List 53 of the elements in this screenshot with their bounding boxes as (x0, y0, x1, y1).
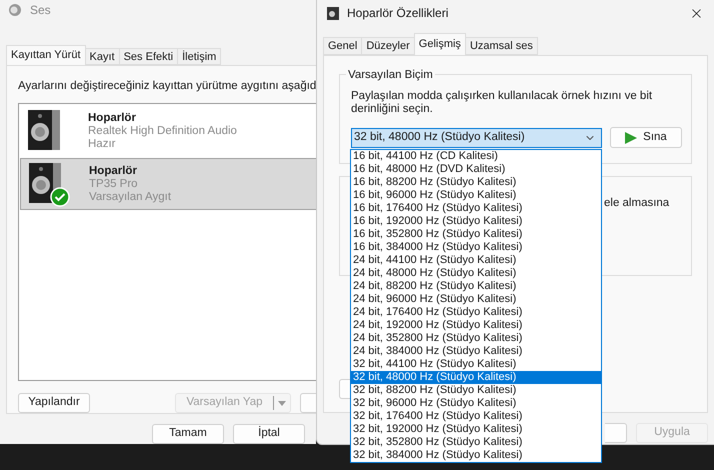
tab[interactable]: Düzeyler (361, 37, 415, 55)
format-option[interactable]: 24 bit, 96000 Hz (Stüdyo Kalitesi) (351, 293, 601, 306)
format-option[interactable]: 16 bit, 88200 Hz (Stüdyo Kalitesi) (351, 176, 601, 189)
dialog-button[interactable]: İptal (233, 424, 305, 444)
format-option[interactable]: 16 bit, 192000 Hz (Stüdyo Kalitesi) (351, 215, 601, 228)
format-description: Paylaşılan modda çalışırken kullanılacak örnek hızını ve bit derinliğini seçin. (351, 90, 654, 116)
device-item[interactable]: Hoparlör Realtek High Definition Audio Hazır (20, 105, 316, 157)
tab[interactable]: İletişim (177, 48, 222, 65)
format-option[interactable]: 24 bit, 352800 Hz (Stüdyo Kalitesi) (351, 332, 601, 345)
window-title: Hoparlör Özellikleri (347, 5, 448, 22)
format-option[interactable]: 32 bit, 176400 Hz (Stüdyo Kalitesi) (351, 410, 601, 423)
format-option[interactable]: 16 bit, 352800 Hz (Stüdyo Kalitesi) (351, 228, 601, 241)
format-option[interactable]: 24 bit, 88200 Hz (Stüdyo Kalitesi) (351, 280, 601, 293)
format-option[interactable]: 32 bit, 88200 Hz (Stüdyo Kalitesi) (351, 384, 601, 397)
tab[interactable]: Ses Efekti (118, 48, 178, 65)
device-description: TP35 Pro (89, 178, 139, 190)
format-dropdown[interactable]: 32 bit, 48000 Hz (Stüdyo Kalitesi) (351, 128, 602, 148)
play-icon (625, 132, 638, 144)
tab[interactable]: Uzamsal ses (464, 37, 538, 55)
instruction-text: Ayarlarını değiştireceğiniz kayıttan yürütme aygıtını aşağıd (18, 78, 316, 94)
format-option[interactable]: 32 bit, 96000 Hz (Stüdyo Kalitesi) (351, 397, 601, 410)
dialog-button[interactable]: Tamam (152, 424, 224, 444)
format-option[interactable]: 32 bit, 48000 Hz (Stüdyo Kalitesi) (351, 371, 601, 384)
format-option[interactable]: 24 bit, 48000 Hz (Stüdyo Kalitesi) (351, 267, 601, 280)
device-item[interactable]: Hoparlör TP35 Pro Varsayılan Aygıt (20, 158, 316, 210)
device-status: Hazır (88, 138, 116, 150)
tab[interactable]: Kayıt (84, 48, 120, 65)
test-button[interactable]: Sına (610, 127, 682, 148)
format-option[interactable]: 24 bit, 176400 Hz (Stüdyo Kalitesi) (351, 306, 601, 319)
format-option[interactable]: 16 bit, 48000 Hz (DVD Kalitesi) (351, 163, 601, 176)
format-option[interactable]: 32 bit, 352800 Hz (Stüdyo Kalitesi) (351, 436, 601, 449)
format-option[interactable]: 24 bit, 192000 Hz (Stüdyo Kalitesi) (351, 319, 601, 332)
format-option[interactable]: 24 bit, 44100 Hz (Stüdyo Kalitesi) (351, 254, 601, 267)
format-option[interactable]: 16 bit, 44100 Hz (CD Kalitesi) (351, 150, 601, 163)
device-description: Realtek High Definition Audio (88, 124, 237, 138)
format-option[interactable]: 16 bit, 384000 Hz (Stüdyo Kalitesi) (351, 241, 601, 254)
format-option[interactable]: 16 bit, 176400 Hz (Stüdyo Kalitesi) (351, 202, 601, 215)
tab[interactable]: Genel (323, 37, 362, 55)
device-name: Hoparlör (88, 112, 137, 124)
caret-icon (278, 400, 286, 406)
tab[interactable]: Kayıttan Yürüt (6, 44, 86, 65)
format-option[interactable]: 32 bit, 44100 Hz (Stüdyo Kalitesi) (351, 358, 601, 371)
device-status: Varsayılan Aygıt (89, 190, 172, 204)
format-option[interactable]: 32 bit, 192000 Hz (Stüdyo Kalitesi) (351, 423, 601, 436)
restore-button[interactable] (339, 379, 351, 399)
configure-button[interactable]: Yapılandır (18, 393, 90, 413)
format-option[interactable]: 16 bit, 96000 Hz (Stüdyo Kalitesi) (351, 189, 601, 202)
window-title: Ses (30, 2, 51, 20)
format-option[interactable]: 24 bit, 384000 Hz (Stüdyo Kalitesi) (351, 345, 601, 358)
device-name: Hoparlör (89, 164, 138, 178)
tab[interactable]: Gelişmiş (414, 33, 466, 55)
format-option[interactable]: 32 bit, 384000 Hz (Stüdyo Kalitesi) (351, 449, 601, 462)
option-text: ele almasına (604, 196, 670, 211)
